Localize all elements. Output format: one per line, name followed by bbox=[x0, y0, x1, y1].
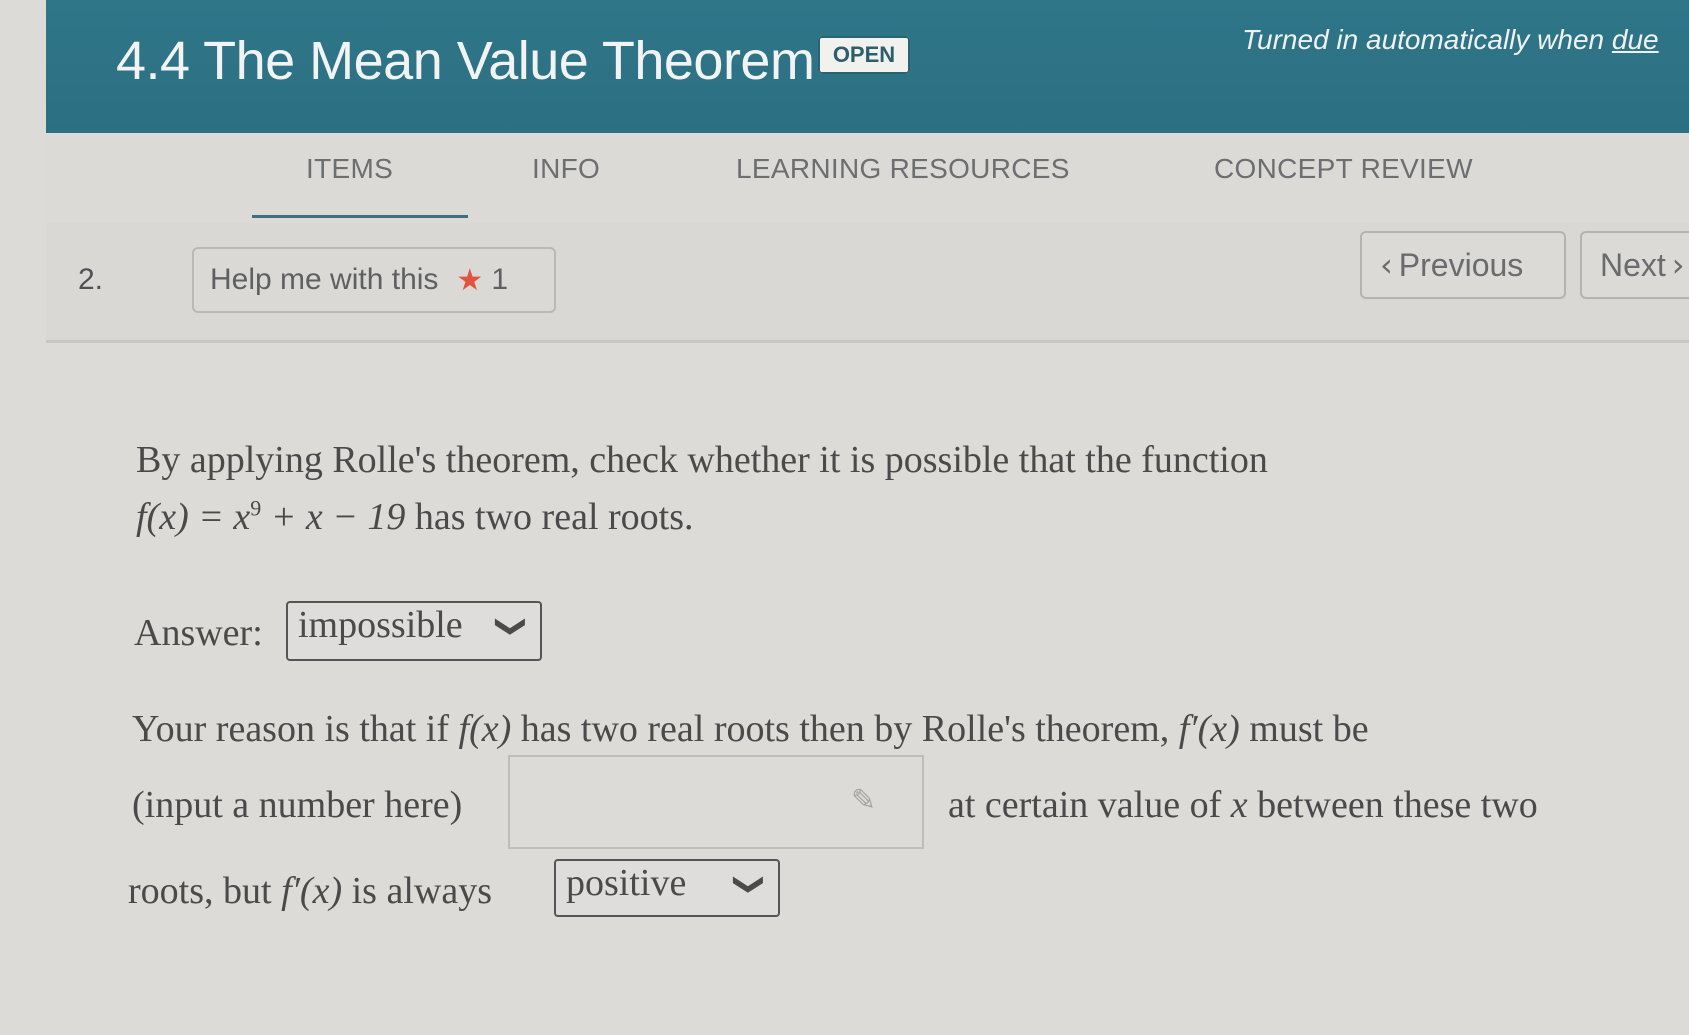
function-line: f(x) = x9 + x − 19 has two real roots. bbox=[136, 495, 694, 539]
answer-label: Answer: bbox=[134, 612, 263, 654]
sign-selected-value: positive bbox=[566, 862, 687, 904]
left-margin bbox=[0, 0, 47, 1035]
function-expression-lhs: f(x) = x bbox=[136, 496, 251, 538]
x-symbol: x bbox=[1230, 784, 1248, 826]
reason-text-a: Your reason is that if bbox=[132, 708, 459, 750]
reason-text-d: at certain value of bbox=[948, 784, 1231, 826]
fx-symbol: f(x) bbox=[458, 708, 512, 750]
reason-text-f: roots, but bbox=[128, 870, 282, 912]
number-input[interactable]: ✎ bbox=[508, 755, 924, 849]
next-button[interactable]: Next › bbox=[1580, 231, 1689, 299]
tab-learning-resources[interactable]: LEARNING RESOURCES bbox=[736, 153, 1070, 185]
function-exponent: 9 bbox=[250, 495, 262, 521]
due-link[interactable]: due bbox=[1612, 24, 1659, 55]
answer-select[interactable]: impossible ❯ bbox=[286, 601, 542, 661]
assignment-title: 4.4 The Mean Value Theorem bbox=[116, 31, 815, 91]
help-count: 1 bbox=[491, 263, 509, 296]
previous-label: Previous bbox=[1398, 246, 1524, 283]
function-expression-rhs: + x − 19 bbox=[261, 496, 406, 538]
input-label: (input a number here) bbox=[132, 784, 463, 826]
reason-line-1: Your reason is that if f(x) has two real… bbox=[132, 707, 1369, 751]
problem-statement: By applying Rolle's theorem, check wheth… bbox=[136, 439, 1268, 481]
tab-info[interactable]: INFO bbox=[532, 153, 600, 185]
previous-button[interactable]: ‹ Previous bbox=[1360, 231, 1566, 299]
question-number: 2. bbox=[78, 263, 104, 296]
tab-items[interactable]: ITEMS bbox=[306, 153, 393, 185]
sign-select[interactable]: positive ❯ bbox=[554, 859, 780, 917]
tab-bar: ITEMS INFO LEARNING RESOURCES CONCEPT RE… bbox=[46, 133, 1689, 223]
chevron-down-icon-2: ❯ bbox=[731, 871, 767, 898]
help-label: Help me with this bbox=[210, 263, 439, 296]
active-tab-indicator bbox=[252, 215, 468, 218]
reason-text-c: must be bbox=[1239, 708, 1369, 750]
chevron-right-icon: › bbox=[1671, 246, 1685, 284]
chevron-down-icon: ❯ bbox=[493, 613, 529, 640]
chevron-left-icon: ‹ bbox=[1380, 246, 1393, 284]
answer-selected-value: impossible bbox=[298, 604, 463, 646]
assignment-header: 4.4 The Mean Value Theorem OPEN Turned i… bbox=[46, 0, 1689, 133]
problem-content: By applying Rolle's theorem, check wheth… bbox=[46, 343, 1689, 1035]
help-me-button[interactable]: Help me with this ★ 1 bbox=[192, 247, 556, 313]
reason-text-e: between these two bbox=[1247, 784, 1538, 826]
tab-concept-review[interactable]: CONCEPT REVIEW bbox=[1214, 153, 1473, 185]
fprime-symbol: f′(x) bbox=[1178, 708, 1240, 750]
turned-in-note: Turned in automatically when due bbox=[1242, 24, 1659, 56]
pencil-icon[interactable]: ✎ bbox=[851, 783, 876, 818]
status-badge: OPEN bbox=[818, 36, 910, 74]
reason-line-2: at certain value of x between these two bbox=[948, 783, 1538, 827]
fprime-symbol-2: f′(x) bbox=[281, 870, 343, 912]
reason-text-b: has two real roots then by Rolle's theor… bbox=[511, 708, 1179, 750]
star-icon: ★ bbox=[456, 263, 484, 297]
next-label: Next bbox=[1600, 246, 1666, 283]
reason-line-3: roots, but f′(x) is always bbox=[128, 869, 492, 913]
reason-text-g: is always bbox=[342, 870, 492, 912]
turned-in-text: Turned in automatically when bbox=[1242, 24, 1612, 55]
question-toolbar: 2. Help me with this ★ 1 ‹ Previous Next… bbox=[46, 223, 1689, 343]
function-line-tail: has two real roots. bbox=[405, 496, 694, 538]
